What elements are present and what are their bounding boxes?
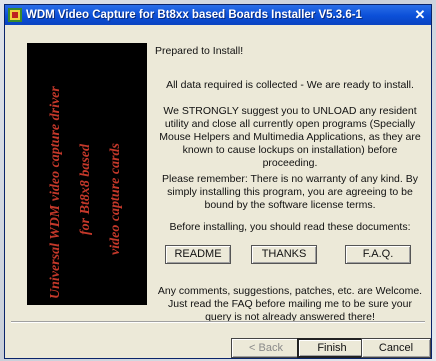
banner-line-3: video capture cards [108,142,123,255]
feedback-text: Any comments, suggestions, patches, etc.… [157,285,423,323]
back-button[interactable]: < Back [231,338,301,358]
documents-intro-text: Before installing, you should read these… [169,221,411,233]
wizard-content: Universal WDM video capture driver for B… [5,25,431,323]
title-bar[interactable]: WDM Video Capture for Bt8xx based Boards… [5,5,431,25]
footer-divider [11,321,425,323]
banner-line-1: Universal WDM video capture driver [48,86,63,299]
finish-button[interactable]: Finish [297,338,367,358]
thanks-button[interactable]: THANKS [251,245,317,264]
banner-line-2: for Bt8x8 based [78,143,93,235]
status-text: All data required is collected - We are … [166,79,414,91]
page-heading: Prepared to Install! [155,45,244,57]
faq-button[interactable]: F.A.Q. [345,245,411,264]
unload-warning-text: We STRONGLY suggest you to UNLOAD any re… [159,105,421,169]
installer-window: WDM Video Capture for Bt8xx based Boards… [4,4,432,359]
window-title: WDM Video Capture for Bt8xx based Boards… [26,9,362,21]
banner-image: Universal WDM video capture driver for B… [27,43,147,305]
close-icon[interactable]: ✕ [411,7,429,23]
readme-button[interactable]: README [165,245,231,264]
cancel-button[interactable]: Cancel [361,338,431,358]
installer-icon [8,8,22,22]
warranty-notice-text: Please remember: There is no warranty of… [161,173,418,211]
